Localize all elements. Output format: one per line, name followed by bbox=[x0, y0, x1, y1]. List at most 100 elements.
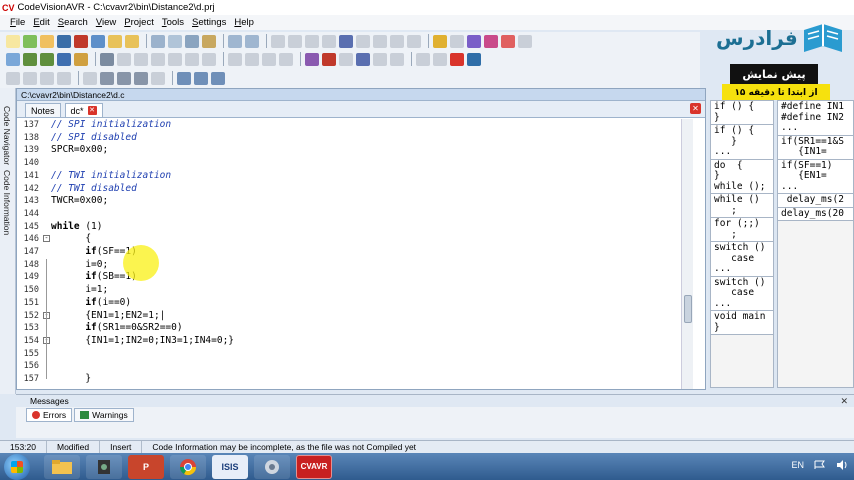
delete-icon[interactable] bbox=[322, 34, 336, 48]
taskbar-explorer[interactable] bbox=[44, 454, 80, 479]
menu-help[interactable]: Help bbox=[234, 17, 254, 28]
menu-file[interactable]: File bbox=[10, 17, 25, 28]
scroll-thumb[interactable] bbox=[684, 295, 692, 323]
close-file-icon[interactable] bbox=[74, 34, 88, 48]
stop-icon[interactable] bbox=[322, 52, 336, 66]
template-item[interactable]: switch () case ... bbox=[711, 276, 773, 311]
window-tile-icon[interactable] bbox=[83, 71, 97, 85]
tab-warnings[interactable]: Warnings bbox=[74, 408, 134, 422]
panel-left-icon[interactable] bbox=[177, 71, 191, 85]
redo-icon[interactable] bbox=[245, 34, 259, 48]
template-item[interactable]: if(SR1==1&S {IN1= bbox=[778, 135, 853, 160]
volume-icon[interactable] bbox=[836, 460, 848, 470]
build-all-icon[interactable] bbox=[57, 52, 71, 66]
map-icon[interactable] bbox=[390, 52, 404, 66]
save-all-icon[interactable] bbox=[91, 34, 105, 48]
template-item[interactable]: for (;;) ; bbox=[711, 218, 773, 242]
menu-tools[interactable]: Tools bbox=[162, 17, 184, 28]
comment-icon[interactable] bbox=[390, 34, 404, 48]
fold-toggle-icon[interactable]: - bbox=[43, 235, 50, 243]
window-cascade-icon[interactable] bbox=[100, 71, 114, 85]
code-wizard-icon[interactable] bbox=[151, 52, 165, 66]
template-item[interactable]: if () { } bbox=[711, 101, 773, 125]
wizard-icon[interactable] bbox=[202, 34, 216, 48]
view-1-icon[interactable] bbox=[6, 71, 20, 85]
compile-icon[interactable] bbox=[23, 52, 37, 66]
code-navigator-tab[interactable]: Code Navigator bbox=[2, 106, 12, 165]
editor-close-icon[interactable]: ✕ bbox=[690, 103, 701, 114]
wrench-icon[interactable] bbox=[416, 52, 430, 66]
open-folder-icon[interactable] bbox=[40, 34, 54, 48]
menu-view[interactable]: View bbox=[96, 17, 116, 28]
goto-line-icon[interactable] bbox=[279, 52, 293, 66]
taskbar-powerpoint[interactable]: P bbox=[128, 454, 164, 479]
template-item[interactable]: void main } bbox=[711, 311, 773, 335]
close-all-icon[interactable] bbox=[450, 52, 464, 66]
template-item[interactable]: if () { } ... bbox=[711, 125, 773, 160]
tab-dc[interactable]: dc* ✕ bbox=[64, 103, 103, 117]
copy-icon[interactable] bbox=[288, 34, 302, 48]
view-2-icon[interactable] bbox=[23, 71, 37, 85]
editor-icon[interactable] bbox=[433, 52, 447, 66]
save-icon[interactable] bbox=[57, 34, 71, 48]
window-arrange-icon[interactable] bbox=[117, 71, 131, 85]
indent-icon[interactable] bbox=[356, 34, 370, 48]
window-min-icon[interactable] bbox=[151, 71, 165, 85]
taskbar-camera[interactable] bbox=[86, 454, 122, 479]
code-editor[interactable]: 157 }156155154- {IN1=1;IN2=0;IN3=1;IN4=0… bbox=[17, 119, 693, 389]
debugger-icon[interactable] bbox=[117, 52, 131, 66]
find-in-files-icon[interactable] bbox=[262, 52, 276, 66]
template-item[interactable]: #define IN1 #define IN2 ... bbox=[778, 101, 853, 136]
reload-icon[interactable] bbox=[23, 34, 37, 48]
window-split-icon[interactable] bbox=[134, 71, 148, 85]
messages-close-icon[interactable]: ✕ bbox=[840, 396, 848, 407]
paste-icon[interactable] bbox=[305, 34, 319, 48]
unindent-icon[interactable] bbox=[373, 34, 387, 48]
panel-bottom-icon[interactable] bbox=[211, 71, 225, 85]
language-indicator[interactable]: EN bbox=[791, 460, 804, 470]
lcd-icon[interactable] bbox=[168, 52, 182, 66]
project-save-icon[interactable] bbox=[125, 34, 139, 48]
vertical-scrollbar[interactable] bbox=[681, 119, 693, 389]
cut-icon[interactable] bbox=[271, 34, 285, 48]
template-item[interactable]: delay_ms(2 bbox=[778, 194, 853, 208]
settings-icon[interactable] bbox=[356, 52, 370, 66]
taskbar-media[interactable] bbox=[254, 454, 290, 479]
undo-icon[interactable] bbox=[228, 34, 242, 48]
paragraph-icon[interactable] bbox=[57, 71, 71, 85]
template-item[interactable]: do { } while (); bbox=[711, 159, 773, 194]
taskbar-chrome[interactable] bbox=[170, 454, 206, 479]
replace-icon[interactable] bbox=[245, 52, 259, 66]
graphics-icon[interactable] bbox=[202, 52, 216, 66]
project-open-icon[interactable] bbox=[108, 34, 122, 48]
code-information-tab[interactable]: Code Information bbox=[2, 170, 12, 235]
help-icon[interactable] bbox=[467, 52, 481, 66]
template-item[interactable]: if(SF==1) {EN1= ... bbox=[778, 159, 853, 194]
view-3-icon[interactable] bbox=[40, 71, 54, 85]
page-setup-icon[interactable] bbox=[185, 34, 199, 48]
bookmark-toggle-icon[interactable] bbox=[433, 34, 447, 48]
clear-icon[interactable] bbox=[501, 34, 515, 48]
panel-right-icon[interactable] bbox=[194, 71, 208, 85]
calculator-icon[interactable] bbox=[339, 52, 353, 66]
flag-icon[interactable] bbox=[814, 460, 826, 470]
print-icon[interactable] bbox=[151, 34, 165, 48]
template-item[interactable]: while () ; bbox=[711, 194, 773, 218]
tab-errors[interactable]: Errors bbox=[26, 408, 73, 422]
link-icon[interactable] bbox=[373, 52, 387, 66]
terminal-icon[interactable] bbox=[134, 52, 148, 66]
tab-notes[interactable]: Notes bbox=[25, 103, 61, 117]
font-icon[interactable] bbox=[185, 52, 199, 66]
menu-project[interactable]: Project bbox=[124, 17, 154, 28]
menu-search[interactable]: Search bbox=[58, 17, 88, 28]
start-button[interactable] bbox=[4, 453, 30, 480]
goto-bookmark-icon[interactable] bbox=[450, 34, 464, 48]
tab-close-icon[interactable]: ✕ bbox=[87, 106, 97, 115]
options-icon[interactable] bbox=[518, 34, 532, 48]
new-file-icon[interactable] bbox=[6, 34, 20, 48]
menu-edit[interactable]: Edit bbox=[33, 17, 49, 28]
build-icon[interactable] bbox=[40, 52, 54, 66]
chip-icon[interactable] bbox=[100, 52, 114, 66]
uncomment-icon[interactable] bbox=[407, 34, 421, 48]
programmer-icon[interactable] bbox=[74, 52, 88, 66]
